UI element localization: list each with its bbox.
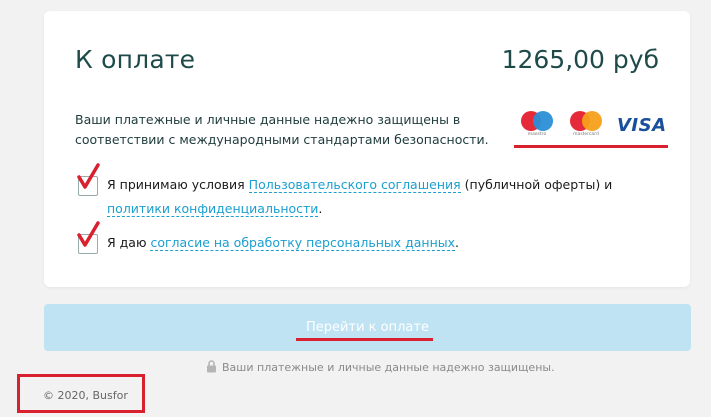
personal-data-consent-link[interactable]: согласие на обработку персональных данны… [150, 235, 456, 251]
checkmark-icon [77, 163, 100, 189]
checkmark-icon [77, 221, 100, 247]
consent-prefix: Я даю [107, 235, 151, 250]
user-agreement-link[interactable]: Пользовательского соглашения [248, 177, 461, 193]
mastercard-caption: mastercard [573, 132, 599, 137]
consent-suffix: . [455, 235, 460, 250]
terms-prefix: Я принимаю условия [107, 177, 249, 192]
terms-suffix: . [318, 201, 323, 216]
maestro-caption: maestro [527, 132, 547, 137]
payment-logos: maestro mastercard VISA [517, 110, 667, 140]
payment-amount: 1265,00 руб [501, 45, 659, 74]
consent-text: Я даю согласие на обработку персональных… [107, 231, 627, 255]
secure-note-text: Ваши платежные и личные данные надежно з… [222, 361, 555, 374]
red-underline-annotation [296, 338, 433, 341]
payment-title: К оплате [75, 45, 196, 74]
visa-logo: VISA [617, 115, 667, 136]
terms-middle: (публичной оферты) и [460, 177, 613, 192]
lock-icon [207, 360, 216, 373]
red-underline-annotation [514, 145, 668, 148]
terms-text: Я принимаю условия Пользовательского сог… [107, 173, 627, 221]
security-text: Ваши платежные и личные данные надежно з… [75, 112, 489, 147]
payment-card: К оплате 1265,00 руб Ваши платежные и ли… [44, 11, 690, 287]
proceed-to-payment-button[interactable]: Перейти к оплате [44, 304, 691, 351]
privacy-policy-link[interactable]: политики конфиденциальности [107, 201, 319, 217]
red-box-annotation [17, 374, 145, 413]
secure-note: Ваши платежные и личные данные надежно з… [206, 360, 555, 375]
